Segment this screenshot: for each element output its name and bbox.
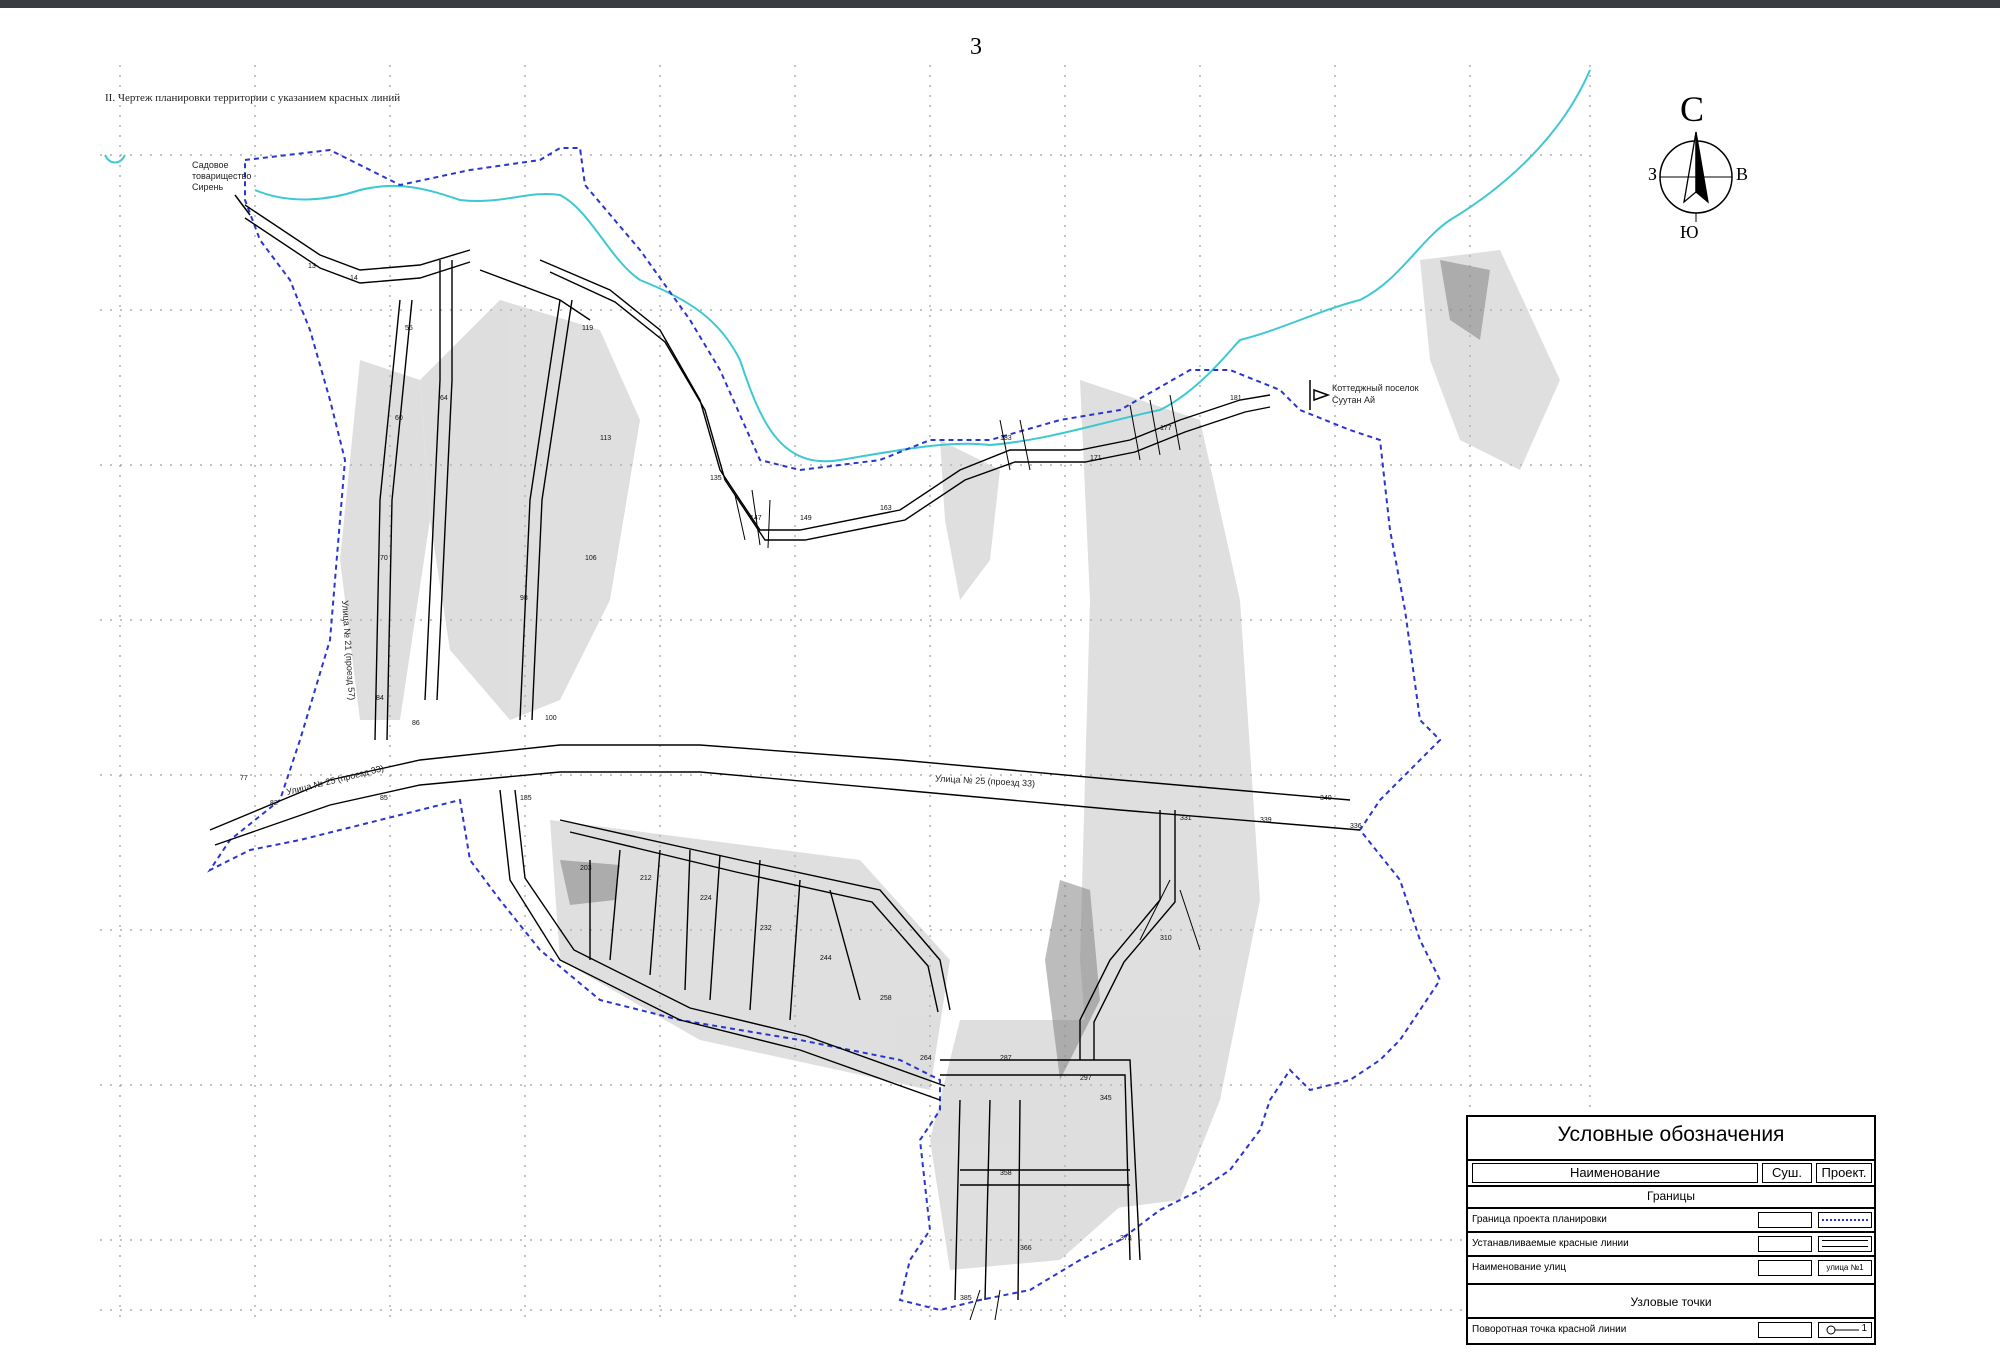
svg-text:331: 331 — [1180, 815, 1192, 822]
svg-text:297: 297 — [1080, 1075, 1092, 1082]
svg-text:100: 100 — [545, 715, 557, 722]
legend-header-row: Наименование Суш. Проект. — [1468, 1159, 1874, 1185]
svg-text:64: 64 — [440, 395, 448, 402]
svg-text:183: 183 — [1000, 435, 1012, 442]
cottage-label: Коттеджный поселок Суутан Ай — [1332, 382, 1419, 406]
legend-item-row-1: Граница проекта планировки — [1468, 1207, 1874, 1231]
legend-item-streetnames: Наименование улиц — [1472, 1262, 1567, 1273]
legend-col-existing: Суш. — [1762, 1163, 1812, 1183]
legend-redline-sample — [1818, 1236, 1872, 1252]
svg-text:358: 358 — [1000, 1170, 1012, 1177]
legend-item-row-3: Наименование улиц улица №1 — [1468, 1255, 1874, 1279]
svg-text:339: 339 — [1260, 817, 1272, 824]
svg-text:77: 77 — [240, 775, 248, 782]
legend-borders-section: Границы — [1647, 1189, 1695, 1203]
svg-text:232: 232 — [760, 925, 772, 932]
garden-society-label: Садовое товарищество Сирень — [192, 160, 251, 193]
svg-text:340: 340 — [1320, 795, 1332, 802]
legend-item-row-4: Поворотная точка красной линии 1 — [1468, 1317, 1874, 1341]
svg-text:287: 287 — [1000, 1055, 1012, 1062]
svg-text:177: 177 — [1160, 425, 1172, 432]
svg-text:106: 106 — [585, 555, 597, 562]
garden-society-line1: Садовое — [192, 160, 229, 170]
legend-street-sample: улица №1 — [1818, 1260, 1872, 1276]
svg-text:224: 224 — [700, 895, 712, 902]
legend-item-boundary: Граница проекта планировки — [1472, 1214, 1607, 1225]
dotted-line-icon — [1822, 1219, 1868, 1221]
garden-society-line3: Сирень — [192, 182, 224, 192]
svg-text:373: 373 — [1120, 1235, 1132, 1242]
svg-text:135: 135 — [710, 475, 722, 482]
svg-text:212: 212 — [640, 875, 652, 882]
legend-existing-box — [1758, 1260, 1812, 1276]
legend-item-node: Поворотная точка красной линии — [1472, 1324, 1627, 1335]
svg-text:336: 336 — [1350, 823, 1362, 830]
planning-boundary — [207, 147, 1442, 1312]
svg-text:85: 85 — [380, 795, 388, 802]
legend-col-project: Проект. — [1816, 1163, 1872, 1183]
legend-nodes-section: Узловые точки — [1630, 1295, 1712, 1309]
compass-east: В — [1736, 164, 1749, 184]
svg-text:244: 244 — [820, 955, 832, 962]
svg-text:203: 203 — [580, 865, 592, 872]
north-arrow: С Ю З В — [1640, 89, 1750, 252]
svg-text:366: 366 — [1020, 1245, 1032, 1252]
svg-text:310: 310 — [1160, 935, 1172, 942]
cottage-line1: Коттеджный поселок — [1332, 383, 1419, 393]
legend-nodes-row: Узловые точки — [1468, 1283, 1874, 1309]
legend-boundary-sample — [1818, 1212, 1872, 1228]
legend-panel: Условные обозначения Наименование Суш. П… — [1466, 1115, 1876, 1345]
svg-text:185: 185 — [520, 795, 532, 802]
svg-text:171: 171 — [1090, 455, 1102, 462]
svg-text:13: 13 — [308, 263, 316, 270]
legend-existing-box — [1758, 1236, 1812, 1252]
legend-item-redlines: Устанавливаемые красные линии — [1472, 1238, 1629, 1249]
svg-text:264: 264 — [920, 1055, 932, 1062]
legend-existing-box — [1758, 1322, 1812, 1338]
svg-text:181: 181 — [1230, 395, 1242, 402]
legend-item-row-2: Устанавливаемые красные линии — [1468, 1231, 1874, 1255]
legend-col-name: Наименование — [1472, 1163, 1758, 1183]
svg-text:84: 84 — [376, 695, 384, 702]
line-icon — [1822, 1240, 1868, 1241]
svg-text:119: 119 — [582, 325, 593, 332]
coordinate-grid — [100, 65, 1591, 1320]
compass-south: Ю — [1680, 222, 1699, 242]
svg-text:86: 86 — [412, 720, 420, 727]
node-sample-label: 1 — [1861, 1323, 1867, 1334]
svg-text:258: 258 — [880, 995, 892, 1002]
svg-text:345: 345 — [1100, 1095, 1112, 1102]
svg-text:113: 113 — [600, 435, 611, 442]
line-icon — [1822, 1246, 1868, 1247]
svg-text:82: 82 — [270, 800, 278, 807]
garden-society-line2: товарищество — [192, 171, 252, 181]
legend-existing-box — [1758, 1212, 1812, 1228]
svg-text:163: 163 — [880, 505, 892, 512]
legend-borders-row: Границы — [1468, 1185, 1874, 1207]
legend-node-sample: 1 — [1818, 1322, 1872, 1338]
svg-text:14: 14 — [350, 275, 358, 282]
compass-west: З — [1648, 164, 1658, 184]
svg-text:70: 70 — [380, 555, 388, 562]
svg-text:149: 149 — [800, 515, 812, 522]
svg-text:98: 98 — [520, 595, 528, 602]
legend-title: Условные обозначения — [1557, 1123, 1785, 1146]
svg-text:55: 55 — [405, 325, 413, 332]
compass-north: С — [1680, 89, 1705, 129]
svg-text:385: 385 — [960, 1295, 972, 1302]
cottage-line2: Суутан Ай — [1332, 395, 1376, 405]
svg-text:60: 60 — [395, 415, 403, 422]
